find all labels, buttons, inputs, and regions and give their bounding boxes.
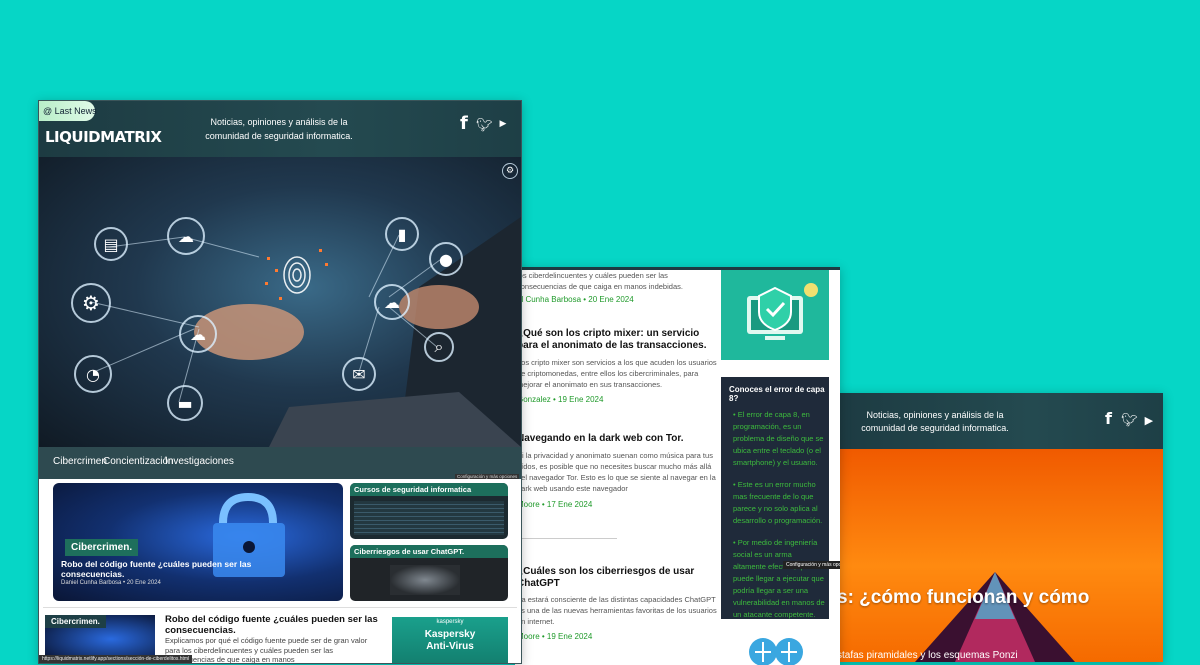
capa8-box: Conoces el error de capa 8? • El error d… (721, 377, 829, 619)
snowflake-logo-icon (749, 638, 803, 665)
kaspersky-product-2: Anti-Virus (426, 641, 474, 652)
article-excerpt: Si la privacidad y anonimato suenan como… (517, 451, 716, 493)
search-icon: ⌕ (424, 332, 454, 362)
kaspersky-brand: kaspersky (436, 619, 464, 625)
config-tooltip: Configuración y más opciones (783, 561, 840, 569)
right-window: Noticias, opiniones y análisis de la com… (835, 393, 1163, 662)
pyramid-graphic (915, 572, 1075, 662)
code-thumbnail (354, 501, 504, 535)
document-icon: ▤ (94, 227, 128, 261)
capa8-title: Conoces el error de capa 8? (729, 385, 825, 403)
kaspersky-ad[interactable]: kaspersky Kaspersky Anti-Virus (392, 617, 508, 663)
article-cripto[interactable]: ¿Qué son los cripto mixer: un servicio p… (517, 328, 717, 404)
top-meta: el Cunha Barbosa • 20 Ene 2024 (517, 295, 634, 304)
cloud-icon: ☁ (179, 315, 217, 353)
left-window: @ Last News LIQUIDMATRIX Noticias, opini… (38, 100, 522, 664)
right-header: Noticias, opiniones y análisis de la com… (835, 393, 1163, 449)
hero-image: ▤ ☁ ⚙ ☁ ◔ ▬ ▮ ● ☁ ⌕ ✉ ⚙ (39, 157, 521, 447)
article-title[interactable]: Navegando en la dark web con Tor. (517, 433, 717, 445)
capa8-bullet: • Por medio de ingeniería social es un a… (733, 538, 825, 619)
youtube-icon[interactable]: ▶ (1145, 414, 1153, 427)
article-meta: Gonzalez • 19 Ene 2024 (517, 395, 604, 404)
nav-concientizacion[interactable]: Concientización (103, 456, 174, 467)
right-hero-image: s: ¿cómo funcionan y cómo stafas piramid… (835, 449, 1163, 662)
logo[interactable]: LIQUIDMATRIX (45, 128, 162, 146)
divider (517, 538, 617, 539)
gear-icon: ⚙ (71, 283, 111, 323)
top-excerpt-2: consecuencias de que caiga en manos inde… (517, 282, 683, 291)
article-excerpt: Los cripto mixer son servicios a los que… (517, 358, 717, 389)
capa8-bullet: • El error de capa 8, en programación, e… (733, 410, 824, 467)
folder-icon: ▬ (167, 385, 203, 421)
article-meta: Moore • 17 Ene 2024 (517, 500, 593, 509)
article-excerpt: Explicamos por qué el código fuente pued… (165, 636, 368, 663)
last-news-badge[interactable]: @ Last News (39, 101, 97, 121)
divider (43, 607, 517, 608)
twitter-icon[interactable]: 🐦︎ (476, 118, 493, 133)
kaspersky-product-1: Kaspersky (424, 629, 476, 640)
side-card-title[interactable]: Ciberriesgos de usar ChatGPT. (350, 545, 508, 558)
bar-chart-icon: ▮ (385, 217, 419, 251)
featured-meta: Daniel Cunha Barbosa • 20 Ene 2024 (61, 580, 161, 586)
featured-card[interactable]: Cibercrimen. Robo del código fuente ¿cuá… (53, 483, 343, 601)
article-chatgpt[interactable]: ¿Cuáles son los ciberriesgos de usar Cha… (517, 566, 717, 641)
side-card-chatgpt[interactable]: Ciberriesgos de usar ChatGPT. (350, 545, 508, 601)
pie-chart-icon: ◔ (74, 355, 112, 393)
article-excerpt: Ya estará consciente de las distintas ca… (517, 595, 717, 626)
article-title[interactable]: Robo del código fuente ¿cuáles pueden se… (165, 614, 385, 636)
right-hero-caption: stafas piramidales y los esquemas Ponzi (837, 650, 1018, 661)
featured-category[interactable]: Cibercrimen. (65, 539, 139, 556)
article-category[interactable]: Cibercrimen. (45, 615, 106, 628)
side-card-cursos[interactable]: Cursos de seguridad informatica (350, 483, 508, 539)
security-shield-ad[interactable] (721, 270, 829, 360)
main-nav: Cibercrimen Concientización Investigacio… (39, 447, 521, 479)
cloud-icon: ☁ (167, 217, 205, 255)
mail-icon: ✉ (342, 357, 376, 391)
top-excerpt-1: los ciberdelincuentes y cuáles pueden se… (517, 271, 668, 280)
twitter-icon[interactable]: 🐦︎ (1121, 413, 1138, 428)
chatgpt-thumbnail (390, 565, 460, 595)
capa8-bullet: • Este es un error mucho mas frecuente d… (733, 480, 823, 525)
article-title[interactable]: ¿Qué son los cripto mixer: un servicio p… (517, 328, 717, 354)
site-header: @ Last News LIQUIDMATRIX Noticias, opini… (39, 101, 521, 157)
settings-corner-icon[interactable]: ⚙ (502, 163, 518, 179)
middle-window: los ciberdelincuentes y cuáles pueden se… (515, 267, 840, 665)
right-tagline-1: Noticias, opiniones y análisis de la (866, 410, 1004, 420)
tagline-2: comunidad de seguridad informatica. (205, 131, 353, 141)
article-meta: Moore • 19 Ene 2024 (517, 632, 593, 641)
app-logo[interactable] (741, 632, 811, 665)
shield-icon (747, 283, 818, 340)
tagline-1: Noticias, opiniones y análisis de la (210, 117, 348, 127)
middle-sidebar: Conoces el error de capa 8? • El error d… (721, 270, 840, 665)
nav-cibercrimen[interactable]: Cibercrimen (53, 456, 107, 467)
side-card-title[interactable]: Cursos de seguridad informatica (350, 483, 508, 496)
featured-title[interactable]: Robo del código fuente ¿cuáles pueden se… (61, 559, 291, 579)
right-tagline-2: comunidad de seguridad informatica. (861, 423, 1009, 433)
hero-illustration (90, 217, 521, 447)
user-icon: ● (429, 242, 463, 276)
article-title[interactable]: ¿Cuáles son los ciberriesgos de usar Cha… (517, 566, 717, 590)
middle-main-column: los ciberdelincuentes y cuáles pueden se… (515, 270, 720, 665)
facebook-icon[interactable]: f (460, 113, 468, 134)
youtube-icon[interactable]: ▶ (500, 119, 507, 129)
nav-investigaciones[interactable]: Investigaciones (165, 456, 234, 467)
cloud-icon: ☁ (374, 284, 410, 320)
config-tooltip: Configuración y más opciones (455, 474, 520, 479)
facebook-icon[interactable]: f (1105, 409, 1112, 428)
article-tor[interactable]: Navegando en la dark web con Tor. Si la … (517, 433, 717, 509)
right-hero-title: s: ¿cómo funcionan y cómo (837, 587, 1090, 608)
